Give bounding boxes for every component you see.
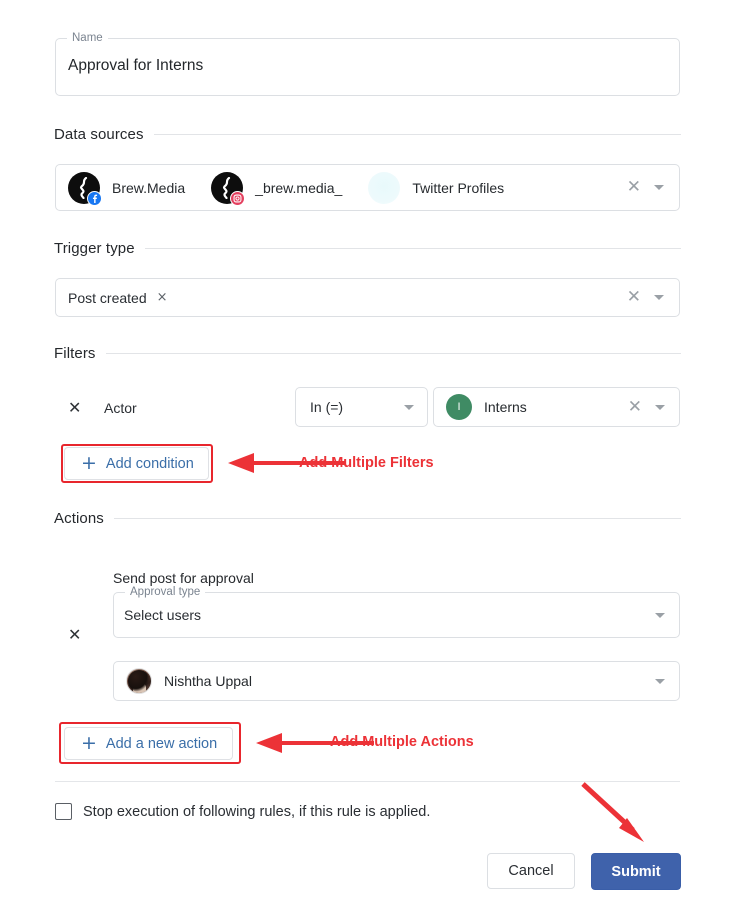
- brand-logo-avatar: [211, 171, 246, 206]
- data-sources-chip-list: Brew.Media _brew.media_ Twitter Profiles: [68, 165, 530, 210]
- add-action-button[interactable]: + Add a new action: [64, 727, 233, 760]
- clear-icon[interactable]: ✕: [627, 289, 641, 306]
- automation-rule-form: Name Approval for Interns Data sources B…: [0, 0, 740, 913]
- section-divider: [144, 248, 681, 249]
- clear-icon[interactable]: ✕: [627, 179, 641, 196]
- chevron-down-icon[interactable]: [655, 678, 665, 684]
- chevron-down-icon[interactable]: [404, 404, 414, 410]
- filter-value-label: Interns: [484, 399, 527, 415]
- section-title-trigger-type: Trigger type: [54, 240, 135, 257]
- chevron-down-icon[interactable]: [655, 404, 665, 410]
- approval-users-chip-list: Nishtha Uppal: [126, 662, 252, 700]
- section-title-filters: Filters: [54, 345, 96, 362]
- stop-execution-label: Stop execution of following rules, if th…: [83, 804, 431, 820]
- chevron-down-icon[interactable]: [655, 612, 665, 618]
- facebook-icon: [87, 190, 102, 206]
- remove-action-button[interactable]: ✕: [68, 627, 81, 643]
- clear-icon[interactable]: ✕: [628, 398, 642, 416]
- filter-operator-adornments: [404, 388, 414, 426]
- data-source-label: Twitter Profiles: [412, 179, 505, 196]
- data-source-item[interactable]: _brew.media_: [211, 171, 343, 206]
- filter-operator-select[interactable]: In (=): [295, 387, 428, 427]
- trigger-type-select[interactable]: Post created × ✕: [55, 278, 680, 317]
- approval-users-adornments: [655, 662, 665, 700]
- add-action-label: Add a new action: [105, 735, 218, 752]
- approval-users-select[interactable]: Nishtha Uppal: [113, 661, 680, 701]
- trigger-type-adornments: ✕: [627, 279, 664, 316]
- approval-type-legend: Approval type: [125, 586, 206, 599]
- data-source-item[interactable]: Twitter Profiles: [368, 171, 505, 204]
- action-title: Send post for approval: [113, 570, 254, 586]
- add-condition-label: Add condition: [105, 455, 194, 472]
- trigger-type-chip-list: Post created ×: [68, 279, 168, 316]
- section-header-data-sources: Data sources: [54, 126, 681, 143]
- brand-logo-avatar: [68, 171, 102, 206]
- chevron-down-icon[interactable]: [654, 295, 664, 300]
- data-sources-adornments: ✕: [627, 165, 664, 210]
- approval-user-name: Nishtha Uppal: [164, 673, 252, 689]
- filter-operator-value: In (=): [310, 399, 344, 415]
- trigger-type-tag[interactable]: Post created ×: [68, 290, 168, 306]
- cancel-button-label: Cancel: [508, 863, 554, 879]
- placeholder-avatar: [368, 171, 401, 204]
- close-icon[interactable]: ×: [157, 290, 168, 305]
- data-source-label: _brew.media_: [255, 179, 343, 196]
- approval-user-chip[interactable]: Nishtha Uppal: [126, 668, 252, 694]
- add-condition-button[interactable]: + Add condition: [64, 447, 209, 480]
- section-divider: [105, 353, 681, 354]
- rule-name-legend: Name: [67, 32, 108, 45]
- instagram-icon: [230, 190, 246, 206]
- section-header-filters: Filters: [54, 345, 681, 362]
- footer-divider: [55, 781, 680, 782]
- section-divider: [153, 134, 681, 135]
- section-header-actions: Actions: [54, 510, 681, 527]
- rule-name-input[interactable]: Approval for Interns: [68, 57, 203, 75]
- group-avatar: I: [446, 394, 472, 420]
- section-title-data-sources: Data sources: [54, 126, 144, 143]
- plus-icon: +: [81, 452, 97, 474]
- filter-value-chip[interactable]: I Interns: [446, 394, 527, 420]
- section-divider: [113, 518, 681, 519]
- stop-execution-checkbox[interactable]: [55, 803, 72, 820]
- group-avatar-initial: I: [457, 401, 461, 413]
- user-photo-avatar: [126, 668, 152, 694]
- plus-icon: +: [81, 732, 97, 754]
- section-header-trigger-type: Trigger type: [54, 240, 681, 257]
- chevron-down-icon[interactable]: [654, 185, 664, 190]
- approval-type-field[interactable]: Approval type Select users: [113, 586, 680, 638]
- approval-type-adornments: [655, 593, 665, 637]
- rule-name-field[interactable]: Name Approval for Interns: [55, 32, 680, 96]
- filter-value-adornments: ✕: [628, 388, 665, 426]
- filter-field-label: Actor: [104, 400, 137, 416]
- submit-button-label: Submit: [611, 863, 661, 880]
- section-title-actions: Actions: [54, 510, 104, 527]
- annotation-label-actions: Add Multiple Actions: [330, 734, 474, 750]
- data-source-item[interactable]: Brew.Media: [68, 171, 186, 206]
- trigger-type-tag-label: Post created: [68, 289, 147, 306]
- filter-value-chip-list: I Interns: [446, 388, 527, 426]
- remove-filter-button[interactable]: ✕: [68, 400, 81, 416]
- submit-button[interactable]: Submit: [591, 853, 681, 890]
- data-source-label: Brew.Media: [112, 179, 186, 196]
- approval-type-value[interactable]: Select users: [124, 607, 201, 623]
- data-sources-select[interactable]: Brew.Media _brew.media_ Twitter Profiles…: [55, 164, 680, 211]
- cancel-button[interactable]: Cancel: [487, 853, 575, 889]
- annotation-label-filters: Add Multiple Filters: [299, 455, 434, 471]
- filter-value-select[interactable]: I Interns ✕: [433, 387, 680, 427]
- annotation-arrow-submit: [581, 782, 644, 842]
